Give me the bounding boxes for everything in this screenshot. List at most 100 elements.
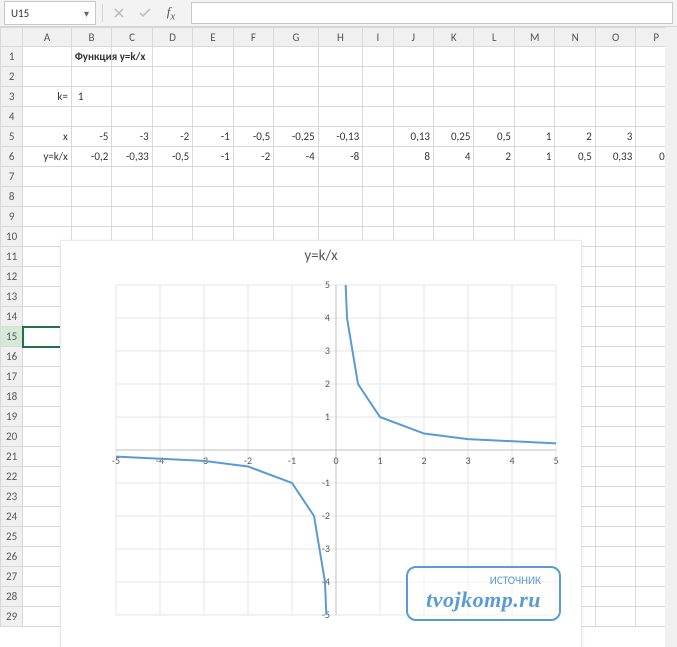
cell-F8[interactable] xyxy=(233,187,273,207)
row-header-20[interactable]: 20 xyxy=(1,427,23,447)
cell-H5[interactable]: -0,13 xyxy=(318,127,363,147)
row-header-24[interactable]: 24 xyxy=(1,507,23,527)
row-header-27[interactable]: 27 xyxy=(1,567,23,587)
cell-G6[interactable]: -4 xyxy=(274,147,319,167)
column-header-N[interactable]: N xyxy=(555,28,595,47)
cell-M2[interactable] xyxy=(514,67,554,87)
cell-A4[interactable] xyxy=(23,107,72,127)
row-header-11[interactable]: 11 xyxy=(1,247,23,267)
cell-I4[interactable] xyxy=(363,107,393,127)
cell-G7[interactable] xyxy=(274,167,319,187)
cell-D7[interactable] xyxy=(152,167,192,187)
cell-D6[interactable]: -0,5 xyxy=(152,147,192,167)
cell-J3[interactable] xyxy=(393,87,433,107)
cell-K1[interactable] xyxy=(434,47,474,67)
cell-C8[interactable] xyxy=(112,187,152,207)
column-header-O[interactable]: O xyxy=(595,28,635,47)
column-header-B[interactable]: B xyxy=(71,28,111,47)
cell-H9[interactable] xyxy=(318,207,363,227)
row-header-2[interactable]: 2 xyxy=(1,67,23,87)
cell-A2[interactable] xyxy=(23,67,72,87)
cell-L4[interactable] xyxy=(474,107,514,127)
cell-N9[interactable] xyxy=(555,207,595,227)
column-header-C[interactable]: C xyxy=(112,28,152,47)
cell-N4[interactable] xyxy=(555,107,595,127)
cell-K6[interactable]: 4 xyxy=(434,147,474,167)
row-header-14[interactable]: 14 xyxy=(1,307,23,327)
cell-C6[interactable]: -0,33 xyxy=(112,147,152,167)
cell-C7[interactable] xyxy=(112,167,152,187)
cell-D4[interactable] xyxy=(152,107,192,127)
cell-L3[interactable] xyxy=(474,87,514,107)
cell-N5[interactable]: 2 xyxy=(555,127,595,147)
cell-G9[interactable] xyxy=(274,207,319,227)
cell-A1[interactable] xyxy=(23,47,72,67)
formula-input[interactable] xyxy=(191,2,673,24)
cell-F7[interactable] xyxy=(233,167,273,187)
cell-I9[interactable] xyxy=(363,207,393,227)
cell-L1[interactable] xyxy=(474,47,514,67)
chevron-down-icon[interactable]: ▾ xyxy=(84,7,89,20)
cell-N1[interactable] xyxy=(555,47,595,67)
cell-B7[interactable] xyxy=(71,167,111,187)
cell-E2[interactable] xyxy=(193,67,233,87)
cell-G3[interactable] xyxy=(274,87,319,107)
cell-O22[interactable] xyxy=(595,467,635,487)
cell-D5[interactable]: -2 xyxy=(152,127,192,147)
cell-G4[interactable] xyxy=(274,107,319,127)
cell-H2[interactable] xyxy=(318,67,363,87)
cell-I1[interactable] xyxy=(363,47,393,67)
cell-B2[interactable] xyxy=(71,67,111,87)
cell-D3[interactable] xyxy=(152,87,192,107)
cell-H7[interactable] xyxy=(318,167,363,187)
row-header-21[interactable]: 21 xyxy=(1,447,23,467)
row-header-8[interactable]: 8 xyxy=(1,187,23,207)
row-header-7[interactable]: 7 xyxy=(1,167,23,187)
cell-K7[interactable] xyxy=(434,167,474,187)
cell-O27[interactable] xyxy=(595,567,635,587)
cell-I7[interactable] xyxy=(363,167,393,187)
cell-O1[interactable] xyxy=(595,47,635,67)
cell-O9[interactable] xyxy=(595,207,635,227)
cell-D1[interactable] xyxy=(152,47,192,67)
cell-E6[interactable]: -1 xyxy=(193,147,233,167)
cell-O28[interactable] xyxy=(595,587,635,607)
cell-G8[interactable] xyxy=(274,187,319,207)
cell-O29[interactable] xyxy=(595,607,635,627)
row-header-4[interactable]: 4 xyxy=(1,107,23,127)
cell-M6[interactable]: 1 xyxy=(514,147,554,167)
cell-O4[interactable] xyxy=(595,107,635,127)
cell-C5[interactable]: -3 xyxy=(112,127,152,147)
cell-E5[interactable]: -1 xyxy=(193,127,233,147)
cell-K2[interactable] xyxy=(434,67,474,87)
cell-E3[interactable] xyxy=(193,87,233,107)
cell-O7[interactable] xyxy=(595,167,635,187)
column-header-H[interactable]: H xyxy=(318,28,363,47)
cell-F3[interactable] xyxy=(233,87,273,107)
cell-O26[interactable] xyxy=(595,547,635,567)
cell-F9[interactable] xyxy=(233,207,273,227)
cell-N3[interactable] xyxy=(555,87,595,107)
cell-E1[interactable] xyxy=(193,47,233,67)
cell-O19[interactable] xyxy=(595,407,635,427)
cell-C4[interactable] xyxy=(112,107,152,127)
cell-O15[interactable] xyxy=(595,327,635,347)
cell-N7[interactable] xyxy=(555,167,595,187)
row-header-22[interactable]: 22 xyxy=(1,467,23,487)
chart-object[interactable]: y=k/x -5-4-3-2-1012345-5-4-3-2-112345 ИС… xyxy=(60,240,582,647)
fx-icon[interactable]: fx xyxy=(161,4,181,22)
cell-B5[interactable]: -5 xyxy=(71,127,111,147)
column-header-M[interactable]: M xyxy=(514,28,554,47)
cell-O17[interactable] xyxy=(595,367,635,387)
row-header-10[interactable]: 10 xyxy=(1,227,23,247)
cell-L5[interactable]: 0,5 xyxy=(474,127,514,147)
cell-L9[interactable] xyxy=(474,207,514,227)
cell-O13[interactable] xyxy=(595,287,635,307)
cell-G2[interactable] xyxy=(274,67,319,87)
cell-O2[interactable] xyxy=(595,67,635,87)
cell-O8[interactable] xyxy=(595,187,635,207)
column-header-K[interactable]: K xyxy=(434,28,474,47)
cell-A5[interactable]: x xyxy=(23,127,72,147)
cell-K3[interactable] xyxy=(434,87,474,107)
column-header-J[interactable]: J xyxy=(393,28,433,47)
